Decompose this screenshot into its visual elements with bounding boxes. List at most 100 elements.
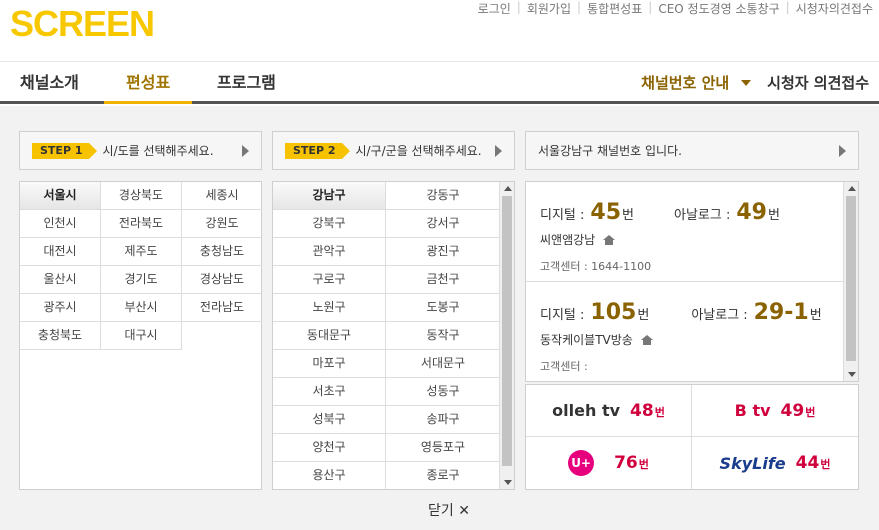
feedback-link[interactable]: 시청자의견접수 [790,0,879,17]
platform-number: 49 [780,400,805,421]
logo[interactable]: SCREEN [10,3,155,45]
district-item[interactable]: 동대문구 [273,322,386,350]
channel-guide-menu[interactable]: 채널번호 안내 [641,62,729,104]
digital-number: 45 [590,200,622,225]
viewer-feedback-menu[interactable]: 시청자 의견접수 [767,62,869,104]
region-item[interactable]: 세종시 [182,182,262,210]
region-item[interactable]: 충청남도 [182,238,262,266]
digital-label: 디지털 : [540,208,585,223]
analog-number: 49 [736,200,767,225]
step2-text: 시/구/군을 선택해주세요. [355,144,482,158]
channel-scrollbar[interactable] [843,182,858,381]
main-nav: 채널소개 편성표 프로그램 채널번호 안내 시청자 의견접수 [0,62,879,104]
region-item[interactable]: 전라북도 [101,210,182,238]
district-item[interactable]: 성동구 [386,378,500,406]
region-item[interactable]: 경상남도 [182,266,262,294]
region-item[interactable]: 전라남도 [182,294,262,322]
platform-btv: B tv 49번 [692,385,858,437]
district-item[interactable]: 관악구 [273,238,386,266]
home-icon[interactable] [603,234,616,245]
district-item[interactable]: 구로구 [273,266,386,294]
analog-label: 아날로그 : [674,208,731,223]
scroll-up-icon[interactable] [848,186,856,191]
result-text: 서울강남구 채널번호 입니다. [538,144,682,158]
close-button[interactable]: 닫기 ✕ [428,500,470,520]
region-item[interactable]: 충청북도 [20,322,101,350]
district-item[interactable]: 양천구 [273,434,386,462]
scroll-thumb[interactable] [502,196,512,466]
scroll-thumb[interactable] [846,196,856,361]
region-item[interactable]: 서울시 [20,182,101,210]
scroll-up-icon[interactable] [504,186,512,191]
login-link[interactable]: 로그인 [472,0,517,17]
step1-text: 시/도를 선택해주세요. [102,144,214,158]
district-item[interactable]: 도봉구 [386,294,500,322]
region-grid: 서울시 경상북도 세종시인천시 전라북도 강원도대전시 제주도 충청남도울산시 경기도 경상남도… [20,182,262,350]
signup-link[interactable]: 회원가입 [521,0,577,17]
platform-skylife: SkyLife 44번 [692,437,858,489]
scroll-down-icon[interactable] [504,480,512,485]
unit-label: 번 [637,308,650,323]
digital-label: 디지털 : [540,308,585,323]
step1-badge: STEP 1 [32,142,96,159]
district-item[interactable]: 용산구 [273,462,386,489]
unit-label: 번 [622,208,634,223]
platform-number: 44 [795,453,820,473]
operator-name: 씨앤앰강남 [540,233,596,247]
arrow-right-icon [495,145,502,157]
channel-card: 디지털 : 45 번 아날로그 : 49 번 씨앤앰강남 고객센터 : 1644… [526,182,843,282]
district-item[interactable]: 강북구 [273,210,386,238]
tab-channel-intro[interactable]: 채널소개 [20,62,79,104]
district-item[interactable]: 동작구 [386,322,500,350]
platform-number: 48 [630,400,654,421]
district-grid: 강남구 강동구 강북구 강서구 관악구 광진구 구로구 금천구 노원구 도봉구 동대문구 동작구 마포구… [273,182,500,489]
digital-number: 105 [590,300,637,325]
unit-label: 번 [805,405,816,419]
district-item[interactable]: 종로구 [386,462,500,489]
top-links: 로그인 | 회원가입 | 통합편성표 | CEO 정도경영 소통창구 | 시청자의견접수 [472,0,879,17]
district-item[interactable]: 영등포구 [386,434,500,462]
tab-program[interactable]: 프로그램 [217,62,276,104]
region-item[interactable]: 부산시 [101,294,182,322]
operator-name: 동작케이블TV방송 [540,333,633,347]
scroll-down-icon[interactable] [848,372,856,377]
district-item[interactable]: 금천구 [386,266,500,294]
region-item[interactable]: 강원도 [182,210,262,238]
step2-header[interactable]: STEP 2 시/구/군을 선택해주세요. [272,131,515,170]
step2-badge: STEP 2 [285,142,349,159]
tab-schedule[interactable]: 편성표 [104,62,193,104]
district-scrollbar[interactable] [499,182,514,489]
channel-card: 디지털 : 105 번 아날로그 : 29-1 번 동작케이블TV방송 고객센터… [526,282,843,381]
region-item[interactable]: 제주도 [101,238,182,266]
district-item[interactable]: 성북구 [273,406,386,434]
schedule-link[interactable]: 통합편성표 [581,0,648,17]
platform-logos: olleh tv 48번 B tv 49번 U+ 76번 SkyLife 44번 [525,384,859,490]
step1-header[interactable]: STEP 1 시/도를 선택해주세요. [19,131,262,170]
district-item[interactable]: 서대문구 [386,350,500,378]
district-item[interactable]: 광진구 [386,238,500,266]
region-item[interactable]: 경상북도 [101,182,182,210]
ceo-link[interactable]: CEO 정도경영 소통창구 [652,0,785,17]
region-item[interactable]: 인천시 [20,210,101,238]
region-item[interactable]: 대구시 [101,322,182,350]
customer-center: 고객센터 : [540,360,588,373]
region-item[interactable]: 울산시 [20,266,101,294]
arrow-right-icon [839,145,846,157]
chevron-down-icon[interactable] [741,80,752,86]
region-item[interactable]: 대전시 [20,238,101,266]
district-item[interactable]: 강동구 [386,182,500,210]
district-item[interactable]: 강남구 [273,182,386,210]
district-item[interactable]: 강서구 [386,210,500,238]
district-item[interactable]: 서초구 [273,378,386,406]
uplus-logo: U+ [568,450,595,476]
district-item[interactable]: 마포구 [273,350,386,378]
region-item[interactable]: 경기도 [101,266,182,294]
unit-label: 번 [654,405,665,419]
district-panel: 강남구 강동구 강북구 강서구 관악구 광진구 구로구 금천구 노원구 도봉구 동대문구 동작구 마포구… [272,181,515,490]
region-item[interactable]: 광주시 [20,294,101,322]
home-icon[interactable] [640,334,653,345]
unit-label: 번 [767,208,780,223]
district-item[interactable]: 송파구 [386,406,500,434]
district-item[interactable]: 노원구 [273,294,386,322]
customer-center: 고객센터 : 1644-1100 [540,260,652,273]
